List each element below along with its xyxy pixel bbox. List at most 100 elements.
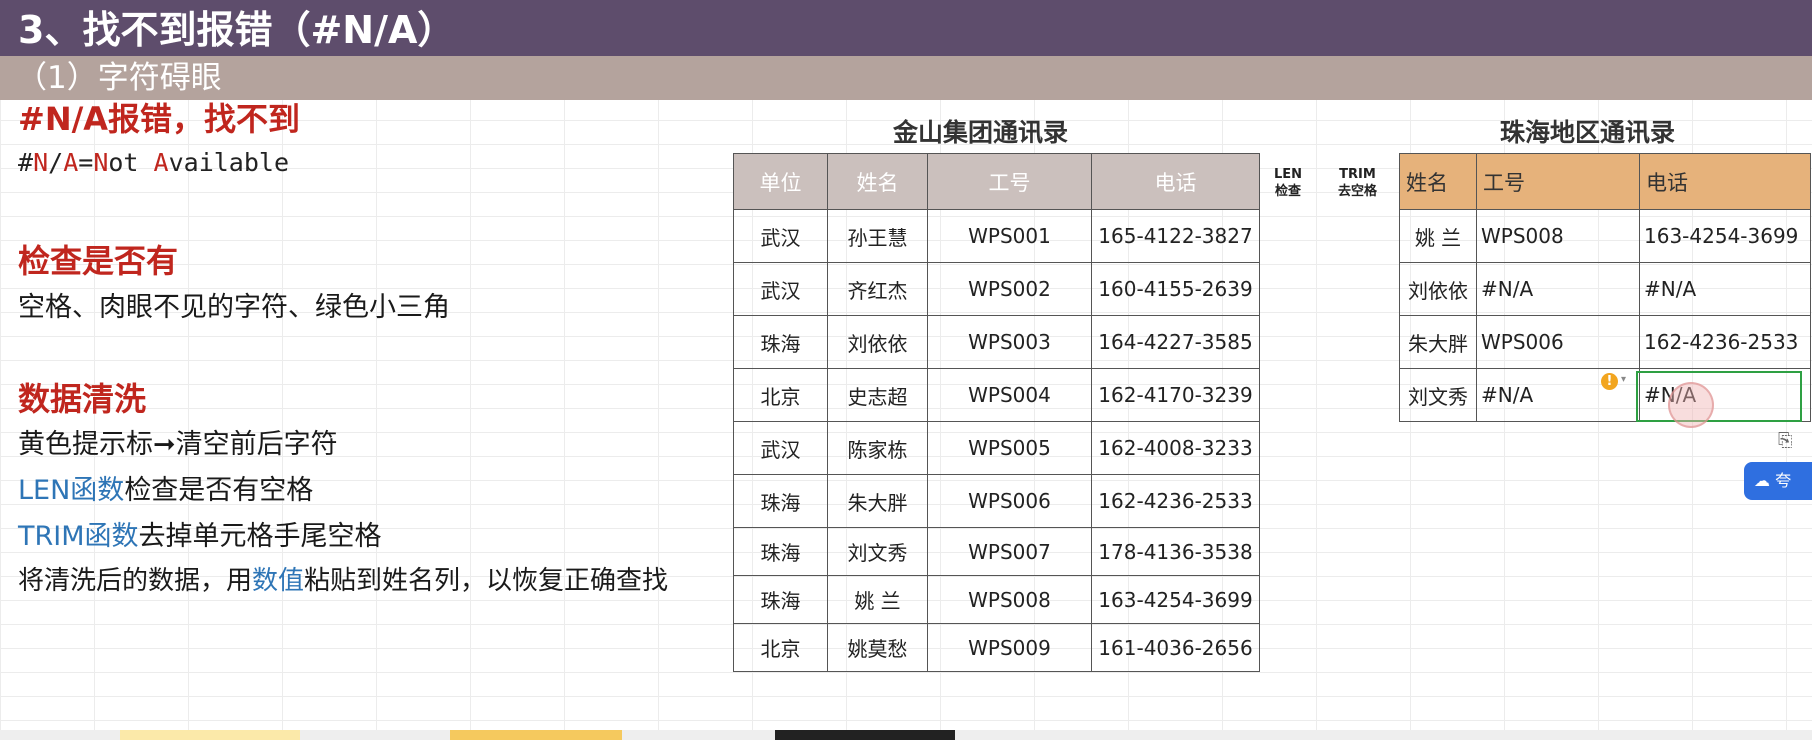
table1-header-cell[interactable]: 工号 [927, 153, 1092, 210]
clean-step-1: 黄色提示标➞清空前后字符 [18, 429, 338, 460]
table-cell[interactable]: WPS005 [927, 421, 1092, 475]
table-cell[interactable]: 162-4236-2533 [1091, 474, 1260, 528]
section-title: 3、找不到报错（#N/A） [0, 0, 1812, 56]
table-cell[interactable]: WPS002 [927, 262, 1092, 316]
table-cell[interactable]: WPS008 [927, 575, 1092, 624]
table-cell[interactable]: 162-4236-2533 [1639, 315, 1811, 369]
table-cell[interactable]: WPS003 [927, 315, 1092, 369]
na-eq: = [78, 148, 94, 177]
trim-fn-label: TRIM函数 [18, 521, 139, 552]
table-cell[interactable]: 162-4170-3239 [1091, 368, 1260, 422]
table-cell[interactable]: 武汉 [733, 262, 828, 316]
table-cell[interactable]: 姚莫愁 [827, 623, 928, 672]
table-cell[interactable]: 165-4122-3827 [1091, 209, 1260, 263]
len-column-label: LEN 检查 [1274, 166, 1302, 200]
table-cell[interactable]: WPS007 [927, 527, 1092, 576]
table-row: 北京 史志超 WPS004 162-4170-3239 [733, 368, 1260, 422]
table-cell[interactable]: 珠海 [733, 474, 828, 528]
table-cell[interactable]: 160-4155-2639 [1091, 262, 1260, 316]
clean-step-3-rest: 去掉单元格手尾空格 [138, 521, 382, 552]
table-row: 朱大胖 WPS006 162-4236-2533 [1399, 315, 1811, 369]
table-cell[interactable]: WPS008 [1476, 209, 1640, 263]
trim-label-bottom: 去空格 [1338, 184, 1378, 199]
paste-options-icon[interactable]: ⎘ [1778, 430, 1792, 451]
table-row: 珠海 刘文秀 WPS007 178-4136-3538 [733, 527, 1260, 576]
table-cell[interactable]: WPS001 [927, 209, 1092, 263]
table-cell[interactable]: WPS006 [927, 474, 1092, 528]
clean-step-4-c: 粘贴到姓名列，以恢复正确查找 [304, 566, 669, 596]
table-row: 珠海 刘依依 WPS003 164-4227-3585 [733, 315, 1260, 369]
clean-step-2: LEN函数检查是否有空格 [18, 468, 313, 507]
clean-step-4-a: 将清洗后的数据，用 [18, 566, 253, 596]
table-cell[interactable]: 163-4254-3699 [1639, 209, 1811, 263]
selected-cell-outline [1636, 371, 1802, 422]
table-cell[interactable]: 164-4227-3585 [1091, 315, 1260, 369]
chevron-down-icon[interactable]: ▾ [1621, 374, 1626, 385]
table-cell[interactable]: 刘文秀 [1399, 368, 1477, 422]
table-cell[interactable]: 武汉 [733, 209, 828, 263]
sheet-tab-bar [0, 730, 1812, 740]
table-cell[interactable]: 178-4136-3538 [1091, 527, 1260, 576]
table1-title: 金山集团通讯录 [893, 118, 1069, 147]
table-row: 珠海 姚 兰 WPS008 163-4254-3699 [733, 575, 1260, 624]
table-cell[interactable]: 姚 兰 [1399, 209, 1477, 263]
na-n: N [33, 148, 49, 177]
table1-header-cell[interactable]: 单位 [733, 153, 828, 210]
table-cell[interactable]: 姚 兰 [827, 575, 928, 624]
company-directory-table: 单位 姓名 工号 电话 武汉 孙王慧 WPS001 165-4122-3827 … [733, 153, 1260, 672]
sheet-tab[interactable] [120, 730, 300, 740]
table-cell[interactable]: 史志超 [827, 368, 928, 422]
table-cell[interactable]: #N/A [1639, 262, 1811, 316]
table2-header-cell[interactable]: 电话 [1639, 153, 1811, 210]
table-cell[interactable]: 珠海 [733, 575, 828, 624]
sheet-tab[interactable] [450, 730, 622, 740]
na-not-rest: ot [108, 148, 154, 177]
cursor-highlight [1668, 382, 1714, 428]
table-cell[interactable]: WPS006 [1476, 315, 1640, 369]
heading-na-error: #N/A报错，找不到 [18, 100, 301, 138]
check-text: 空格、肉眼不见的字符、绿色小三角 [18, 292, 450, 323]
na-avail-rest: vailable [168, 148, 290, 177]
table-cell[interactable]: 刘文秀 [827, 527, 928, 576]
table-row: 北京 姚莫愁 WPS009 161-4036-2656 [733, 623, 1260, 672]
table-row: 珠海 朱大胖 WPS006 162-4236-2533 [733, 474, 1260, 528]
error-warning-icon[interactable]: ! [1601, 373, 1618, 390]
table-row: 武汉 齐红杰 WPS002 160-4155-2639 [733, 262, 1260, 316]
table-cell[interactable]: 珠海 [733, 315, 828, 369]
table-cell[interactable]: 161-4036-2656 [1091, 623, 1260, 672]
table-cell[interactable]: 刘依依 [827, 315, 928, 369]
table-cell[interactable]: WPS004 [927, 368, 1092, 422]
table-cell[interactable]: WPS009 [927, 623, 1092, 672]
table-cell[interactable]: 武汉 [733, 421, 828, 475]
table-cell[interactable]: 北京 [733, 368, 828, 422]
table2-header-row: 姓名 工号 电话 [1399, 153, 1811, 210]
table2-header-cell[interactable]: 工号 [1476, 153, 1640, 210]
table-cell[interactable]: 孙王慧 [827, 209, 928, 263]
len-label-bottom: 检查 [1275, 184, 1302, 199]
table-cell[interactable]: 朱大胖 [1399, 315, 1477, 369]
sheet-tab-active[interactable] [775, 730, 955, 740]
table2-header-cell[interactable]: 姓名 [1399, 153, 1477, 210]
len-fn-label: LEN函数 [18, 475, 125, 506]
table-cell[interactable]: 朱大胖 [827, 474, 928, 528]
heading-check: 检查是否有 [18, 242, 179, 280]
na-a: A [63, 148, 79, 177]
table-cell[interactable]: 陈家栋 [827, 421, 928, 475]
table-cell[interactable]: 珠海 [733, 527, 828, 576]
table-cell[interactable]: 北京 [733, 623, 828, 672]
na-slash: / [48, 148, 64, 177]
cloud-sync-button[interactable]: ☁ 夸 [1744, 462, 1812, 500]
clean-step-4-b: 数值 [252, 566, 305, 596]
table-row: 武汉 陈家栋 WPS005 162-4008-3233 [733, 421, 1260, 475]
table-cell[interactable]: #N/A [1476, 262, 1640, 316]
table1-header-cell[interactable]: 电话 [1091, 153, 1260, 210]
table1-header-row: 单位 姓名 工号 电话 [733, 153, 1260, 210]
table-cell[interactable]: 163-4254-3699 [1091, 575, 1260, 624]
table-cell[interactable]: 齐红杰 [827, 262, 928, 316]
table-row: 姚 兰 WPS008 163-4254-3699 [1399, 209, 1811, 263]
table-cell[interactable]: 刘依依 [1399, 262, 1477, 316]
table-row: 刘依依 #N/A #N/A [1399, 262, 1811, 316]
table1-header-cell[interactable]: 姓名 [827, 153, 928, 210]
table2-title: 珠海地区通讯录 [1500, 118, 1676, 147]
table-cell[interactable]: 162-4008-3233 [1091, 421, 1260, 475]
